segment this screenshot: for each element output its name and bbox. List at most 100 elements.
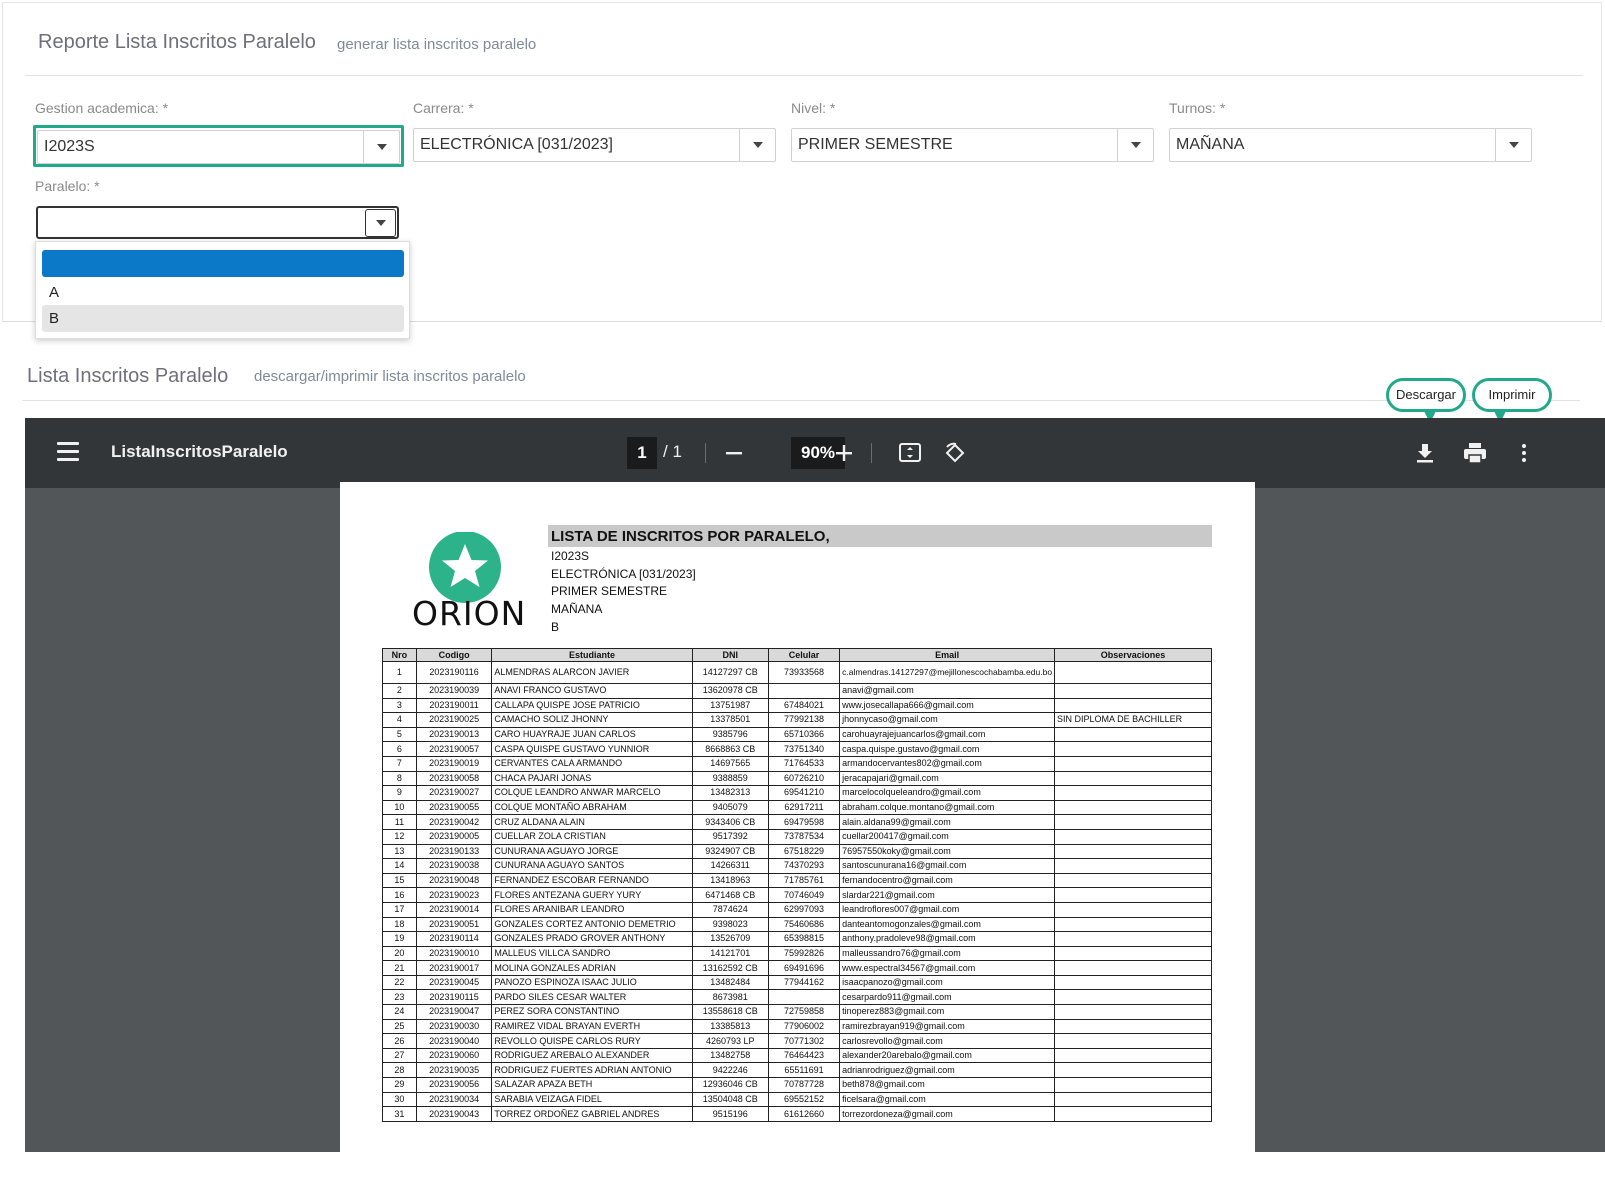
table-cell [1054,1004,1212,1020]
table-cell [1054,741,1212,757]
table-cell: 22 [382,974,417,991]
table-row: 16 2023190023 FLORES ANTEZANA GUERY YURY 64… [382,887,1212,903]
table-cell: 75460686 [767,916,841,933]
table-cell: 2023190116 [415,661,493,684]
table-cell [1054,1077,1212,1093]
table-cell: 65398815 [767,931,841,947]
turnos-select-value: MAÑANA [1176,136,1245,153]
table-cell: 12936046 CB [691,1077,769,1093]
table-cell: 13482758 [691,1047,769,1064]
col-header: Celular [767,648,841,662]
zoom-in-button[interactable] [826,435,862,471]
table-cell: 2023190017 [415,960,493,976]
table-row: 10 2023190055 COLQUE MONTAÑO ABRAHAM 940507… [382,799,1212,816]
table-cell: 14 [382,858,417,874]
table-cell [1054,843,1212,860]
rotate-button[interactable] [937,435,973,471]
table-cell: danteantomogonzales@gmail.com [839,916,1056,933]
carrera-select[interactable]: ELECTRÓNICA [031/2023] [413,128,776,162]
table-cell: 2023190027 [415,785,493,801]
table-cell: 2023190114 [415,931,493,947]
zoom-out-button[interactable] [716,435,752,471]
table-cell: 69541210 [767,785,841,801]
table-cell: 11 [382,814,417,830]
table-cell: 2023190057 [415,741,493,757]
chevron-down-icon[interactable] [1495,129,1531,161]
chevron-down-icon[interactable] [1117,129,1153,161]
table-cell: 9324907 CB [691,843,769,860]
table-cell [1054,1033,1212,1049]
menu-icon[interactable] [57,442,79,462]
chevron-down-icon[interactable] [365,209,396,237]
table-cell: 14127297 CB [691,661,769,684]
nivel-select[interactable]: PRIMER SEMESTRE [791,128,1154,162]
table-cell: 2023190042 [415,814,493,830]
table-cell: 13 [382,843,417,860]
table-cell: 69479598 [767,814,841,830]
download-icon [1417,444,1433,463]
table-cell: 77944162 [767,974,841,991]
chevron-down-icon[interactable] [739,129,775,161]
table-cell: 62997093 [767,901,841,918]
table-cell: 2023190051 [415,916,493,933]
table-cell: 2023190048 [415,872,493,889]
paralelo-option-blank[interactable] [42,250,404,277]
table-cell: 9515196 [691,1106,769,1122]
table-cell: 19 [382,931,417,947]
table-cell: 18 [382,916,417,933]
table-cell: FERNANDEZ ESCOBAR FERNANDO [491,872,693,889]
table-cell: torrezordoneza@gmail.com [839,1106,1056,1122]
table-cell: 13418963 [691,872,769,889]
fit-page-button[interactable] [892,435,928,471]
col-header: Codigo [415,648,493,662]
turnos-select[interactable]: MAÑANA [1169,128,1532,162]
paralelo-select[interactable] [36,206,399,239]
table-cell [1054,814,1212,830]
table-cell: 61612660 [767,1106,841,1122]
table-cell: 65710366 [767,726,841,743]
turnos-label: Turnos: * [1169,100,1226,116]
table-cell: 9398023 [691,916,769,933]
table-cell: 14121701 [691,945,769,962]
paralelo-option-a[interactable]: A [42,279,404,306]
download-button[interactable] [1407,435,1443,471]
table-cell: abraham.colque.montano@gmail.com [839,799,1056,816]
table-cell: 3 [382,697,417,714]
table-cell: 16 [382,887,417,903]
table-cell: RODRIGUEZ AREBALO ALEXANDER [491,1047,693,1064]
table-cell: 74370293 [767,858,841,874]
table-cell [1054,785,1212,801]
table-row: 19 2023190114 GONZALES PRADO GROVER ANTHON… [382,931,1212,947]
table-cell: 12 [382,828,417,845]
more-vert-icon [1522,444,1526,462]
table-cell: PARDO SILES CESAR WALTER [491,989,693,1006]
table-cell: 2023190019 [415,755,493,772]
table-row: 29 2023190056 SALAZAR APAZA BETH 12936046 C… [382,1077,1212,1093]
table-cell: 7874624 [691,901,769,918]
page-subtitle: generar lista inscritos paralelo [337,36,537,53]
table-row: 15 2023190048 FERNANDEZ ESCOBAR FERNANDO 13… [382,872,1212,889]
table-cell: adrianrodriguez@gmail.com [839,1062,1056,1079]
more-options-button[interactable] [1506,435,1542,471]
table-cell: 69491696 [767,960,841,976]
table-cell: 13751987 [691,697,769,714]
paralelo-option-b[interactable]: B [42,305,404,332]
table-cell: c.almendras.14127297@mejillonescochabamb… [839,661,1056,684]
rotate-icon [945,442,965,463]
table-cell: 71785761 [767,872,841,889]
table-cell: MOLINA GONZALES ADRIAN [491,960,693,976]
print-button[interactable] [1457,435,1493,471]
table-cell: CUELLAR ZOLA CRISTIAN [491,828,693,845]
table-cell: CASPA QUISPE GUSTAVO YUNNIOR [491,741,693,757]
page-number-input[interactable]: 1 [627,437,657,469]
table-cell: 62917211 [767,799,841,816]
table-cell: 2023190005 [415,828,493,845]
table-row: 17 2023190014 FLORES ARANIBAR LEANDRO 78746… [382,901,1212,918]
table-cell: CALLAPA QUISPE JOSE PATRICIO [491,697,693,714]
table-cell: CHACA PAJARI JONAS [491,770,693,787]
table-cell: 30 [382,1091,417,1108]
table-cell: 13558618 CB [691,1004,769,1020]
students-table: Nro Codigo Estudiante DNI Celular Email … [382,648,1212,1122]
table-row: 7 2023190019 CERVANTES CALA ARMANDO 1469756… [382,755,1212,772]
table-cell: CAMACHO SOLIZ JHONNY [491,712,693,728]
